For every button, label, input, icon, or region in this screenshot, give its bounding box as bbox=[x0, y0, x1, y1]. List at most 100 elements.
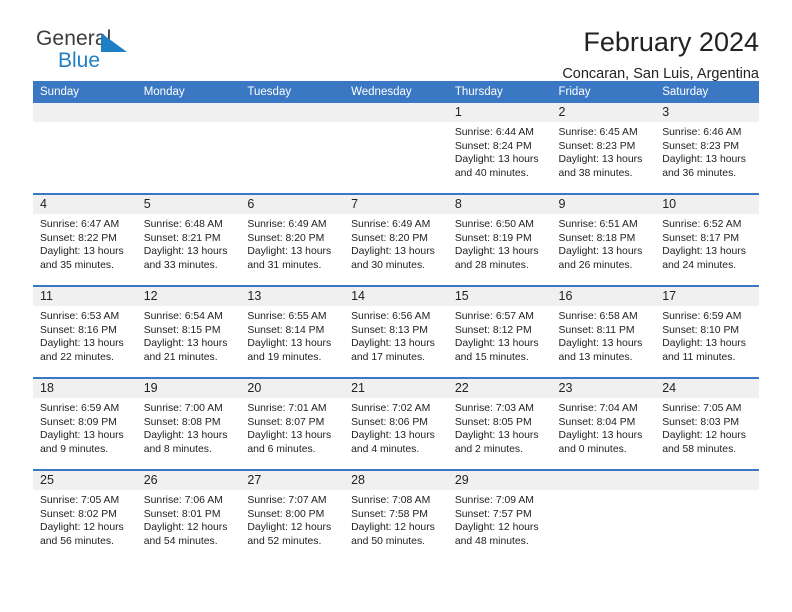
sunset-text: Sunset: 8:23 PM bbox=[662, 140, 740, 152]
daylight-text-line1: Daylight: 13 hours bbox=[40, 338, 124, 350]
calendar-day-cell[interactable]: 19 Sunrise: 7:00 AM Sunset: 8:08 PM Dayligh… bbox=[136, 378, 241, 471]
calendar-day-cell[interactable]: 25 Sunrise: 7:05 AM Sunset: 8:02 PM Dayligh… bbox=[33, 470, 137, 561]
day-details: Sunrise: 6:49 AM Sunset: 8:20 PM Daylight:… bbox=[344, 214, 448, 272]
calendar-day-cell[interactable]: 6 Sunrise: 6:49 AM Sunset: 8:20 PM Daylight… bbox=[240, 194, 345, 287]
weekday-header-saturday: Saturday bbox=[655, 81, 759, 103]
sunset-text: Sunset: 8:11 PM bbox=[558, 324, 635, 336]
day-details bbox=[33, 122, 137, 126]
calendar-day-cell[interactable]: 5 Sunrise: 6:48 AM Sunset: 8:21 PM Daylight… bbox=[136, 194, 241, 287]
weekday-header-row: Sunday Monday Tuesday Wednesday Thursday… bbox=[33, 81, 759, 103]
calendar-page: General Blue February 2024 Concaran, San… bbox=[0, 0, 792, 612]
daylight-text-line2: and 11 minutes. bbox=[662, 351, 736, 363]
sunset-text: Sunset: 8:20 PM bbox=[351, 232, 428, 244]
calendar-day-cell[interactable]: 14 Sunrise: 6:56 AM Sunset: 8:13 PM Dayligh… bbox=[344, 286, 448, 379]
calendar-day-cell[interactable]: 4 Sunrise: 6:47 AM Sunset: 8:22 PM Daylight… bbox=[33, 194, 137, 287]
sunrise-text: Sunrise: 6:59 AM bbox=[662, 311, 742, 322]
day-details bbox=[655, 490, 759, 494]
calendar-day-cell[interactable]: 7 Sunrise: 6:49 AM Sunset: 8:20 PM Daylight… bbox=[344, 194, 448, 287]
sunrise-text: Sunrise: 7:05 AM bbox=[662, 403, 742, 414]
calendar-day-cell[interactable]: 27 Sunrise: 7:07 AM Sunset: 8:00 PM Dayligh… bbox=[240, 470, 345, 561]
calendar-day-cell[interactable]: 23 Sunrise: 7:04 AM Sunset: 8:04 PM Dayligh… bbox=[551, 378, 656, 471]
sunrise-text: Sunrise: 6:44 AM bbox=[454, 127, 534, 138]
daylight-text-line1: Daylight: 13 hours bbox=[351, 246, 435, 258]
daylight-text-line1: Daylight: 13 hours bbox=[247, 246, 332, 258]
daylight-text-line1: Daylight: 13 hours bbox=[247, 338, 332, 350]
day-number: 11 bbox=[33, 287, 137, 306]
calendar-day-cell[interactable]: 21 Sunrise: 7:02 AM Sunset: 8:06 PM Dayligh… bbox=[344, 378, 448, 471]
day-details: Sunrise: 7:05 AM Sunset: 8:02 PM Daylight:… bbox=[33, 490, 137, 548]
day-details: Sunrise: 6:57 AM Sunset: 8:12 PM Daylight:… bbox=[448, 306, 552, 364]
sunset-text: Sunset: 7:57 PM bbox=[454, 508, 532, 520]
day-number: 1 bbox=[447, 103, 552, 122]
calendar-day-cell[interactable]: 22 Sunrise: 7:03 AM Sunset: 8:05 PM Dayligh… bbox=[447, 378, 552, 471]
calendar-day-cell[interactable]: 8 Sunrise: 6:50 AM Sunset: 8:19 PM Daylight… bbox=[447, 194, 552, 287]
day-number: 22 bbox=[447, 379, 552, 398]
brand-logo[interactable]: General Blue bbox=[33, 28, 156, 74]
sunset-text: Sunset: 8:06 PM bbox=[351, 416, 428, 428]
sunset-text: Sunset: 8:04 PM bbox=[558, 416, 636, 428]
day-number: 10 bbox=[655, 195, 759, 214]
sunrise-text: Sunrise: 7:09 AM bbox=[454, 495, 534, 506]
calendar-day-cell[interactable]: 11 Sunrise: 6:53 AM Sunset: 8:16 PM Dayligh… bbox=[33, 286, 137, 379]
calendar-day-cell[interactable]: 2 Sunrise: 6:45 AM Sunset: 8:23 PM Daylight… bbox=[551, 103, 656, 195]
sunrise-text: Sunrise: 6:46 AM bbox=[662, 127, 742, 138]
calendar-day-cell[interactable]: 10 Sunrise: 6:52 AM Sunset: 8:17 PM Dayligh… bbox=[655, 194, 759, 287]
daylight-text-line1: Daylight: 12 hours bbox=[247, 522, 332, 534]
sunrise-text: Sunrise: 7:02 AM bbox=[351, 403, 431, 414]
triangle-logo-icon bbox=[101, 33, 129, 53]
calendar-day-cell[interactable]: 15 Sunrise: 6:57 AM Sunset: 8:12 PM Dayligh… bbox=[447, 286, 552, 379]
sunset-text: Sunset: 8:05 PM bbox=[454, 416, 532, 428]
daylight-text-line1: Daylight: 13 hours bbox=[662, 246, 746, 258]
daylight-text-line2: and 48 minutes. bbox=[454, 535, 529, 547]
sunrise-text: Sunrise: 6:58 AM bbox=[558, 311, 638, 322]
sunrise-text: Sunrise: 6:50 AM bbox=[454, 219, 534, 230]
day-number: 17 bbox=[655, 287, 759, 306]
sunrise-text: Sunrise: 6:52 AM bbox=[662, 219, 742, 230]
calendar-day-cell[interactable]: 18 Sunrise: 6:59 AM Sunset: 8:09 PM Dayligh… bbox=[33, 378, 137, 471]
daylight-text-line2: and 31 minutes. bbox=[247, 259, 322, 271]
sunset-text: Sunset: 8:20 PM bbox=[247, 232, 325, 244]
calendar-day-cell[interactable]: 12 Sunrise: 6:54 AM Sunset: 8:15 PM Dayligh… bbox=[136, 286, 241, 379]
day-number: 29 bbox=[447, 471, 552, 490]
calendar-day-cell[interactable]: 26 Sunrise: 7:06 AM Sunset: 8:01 PM Dayligh… bbox=[136, 470, 241, 561]
calendar-day-cell[interactable]: 16 Sunrise: 6:58 AM Sunset: 8:11 PM Dayligh… bbox=[551, 286, 656, 379]
daylight-text-line1: Daylight: 13 hours bbox=[143, 338, 228, 350]
daylight-text-line1: Daylight: 13 hours bbox=[247, 430, 332, 442]
sunset-text: Sunset: 8:08 PM bbox=[143, 416, 221, 428]
daylight-text-line1: Daylight: 13 hours bbox=[662, 338, 746, 350]
day-number bbox=[240, 103, 345, 122]
calendar-day-cell[interactable]: 24 Sunrise: 7:05 AM Sunset: 8:03 PM Dayligh… bbox=[655, 378, 759, 471]
sunset-text: Sunset: 8:23 PM bbox=[558, 140, 636, 152]
calendar-week-row: 11 Sunrise: 6:53 AM Sunset: 8:16 PM Dayligh… bbox=[33, 286, 759, 379]
calendar-day-cell[interactable]: 13 Sunrise: 6:55 AM Sunset: 8:14 PM Dayligh… bbox=[240, 286, 345, 379]
sunset-text: Sunset: 8:18 PM bbox=[558, 232, 636, 244]
day-number: 27 bbox=[240, 471, 345, 490]
calendar-day-cell-empty bbox=[655, 470, 759, 561]
day-number: 3 bbox=[655, 103, 759, 122]
calendar-day-cell[interactable]: 29 Sunrise: 7:09 AM Sunset: 7:57 PM Dayligh… bbox=[447, 470, 552, 561]
sunrise-text: Sunrise: 6:47 AM bbox=[40, 219, 120, 230]
day-number: 14 bbox=[344, 287, 448, 306]
day-details bbox=[552, 490, 656, 494]
daylight-text-line1: Daylight: 13 hours bbox=[558, 338, 643, 350]
brand-name-blue: Blue bbox=[58, 49, 101, 72]
day-number bbox=[344, 103, 448, 122]
sunset-text: Sunset: 8:13 PM bbox=[351, 324, 428, 336]
page-title: February 2024 bbox=[583, 27, 759, 57]
day-number: 25 bbox=[33, 471, 137, 490]
calendar-day-cell[interactable]: 3 Sunrise: 6:46 AM Sunset: 8:23 PM Daylight… bbox=[655, 103, 759, 195]
daylight-text-line2: and 26 minutes. bbox=[558, 259, 633, 271]
sunrise-text: Sunrise: 6:51 AM bbox=[558, 219, 638, 230]
day-number: 24 bbox=[655, 379, 759, 398]
calendar-day-cell[interactable]: 1 Sunrise: 6:44 AM Sunset: 8:24 PM Daylight… bbox=[447, 103, 552, 195]
calendar-week-row: 18 Sunrise: 6:59 AM Sunset: 8:09 PM Dayligh… bbox=[33, 378, 759, 471]
day-number: 13 bbox=[240, 287, 345, 306]
calendar-day-cell[interactable]: 20 Sunrise: 7:01 AM Sunset: 8:07 PM Dayligh… bbox=[240, 378, 345, 471]
daylight-text-line1: Daylight: 13 hours bbox=[454, 338, 539, 350]
calendar-day-cell[interactable]: 28 Sunrise: 7:08 AM Sunset: 7:58 PM Dayligh… bbox=[344, 470, 448, 561]
day-details: Sunrise: 6:59 AM Sunset: 8:09 PM Daylight:… bbox=[33, 398, 137, 456]
day-number: 15 bbox=[447, 287, 552, 306]
day-number bbox=[136, 103, 241, 122]
calendar-day-cell[interactable]: 9 Sunrise: 6:51 AM Sunset: 8:18 PM Daylight… bbox=[551, 194, 656, 287]
calendar-day-cell[interactable]: 17 Sunrise: 6:59 AM Sunset: 8:10 PM Dayligh… bbox=[655, 286, 759, 379]
